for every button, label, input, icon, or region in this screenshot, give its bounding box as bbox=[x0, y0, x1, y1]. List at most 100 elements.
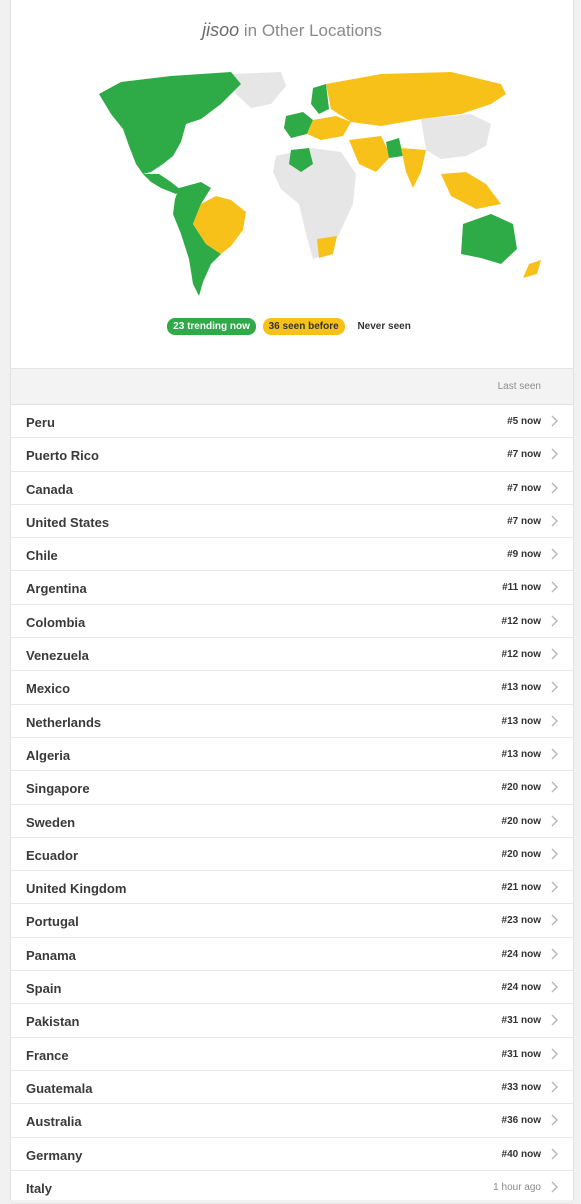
country-row[interactable]: Sweden #20 now bbox=[11, 805, 573, 838]
title-suffix: in Other Locations bbox=[239, 21, 382, 40]
map-central-america bbox=[143, 174, 181, 194]
country-row[interactable]: United Kingdom #21 now bbox=[11, 871, 573, 905]
country-name: Italy bbox=[26, 1180, 53, 1196]
chevron-right-icon bbox=[551, 648, 558, 660]
chevron-right-icon bbox=[551, 781, 558, 793]
country-name: Netherlands bbox=[26, 714, 102, 730]
chevron-right-icon bbox=[551, 848, 558, 860]
country-name: Colombia bbox=[26, 614, 86, 630]
chevron-right-icon bbox=[551, 1148, 558, 1160]
list-header: Last seen bbox=[11, 368, 573, 405]
map-southeast-asia bbox=[441, 172, 501, 209]
last-seen-header: Last seen bbox=[497, 381, 541, 392]
country-name: United States bbox=[26, 514, 110, 530]
country-name: Germany bbox=[26, 1147, 83, 1163]
country-name: Peru bbox=[26, 415, 55, 430]
rank-status: #12 now bbox=[501, 615, 541, 627]
map-south-africa bbox=[317, 236, 337, 258]
map-india bbox=[401, 148, 426, 188]
country-name: Chile bbox=[26, 548, 58, 564]
country-row[interactable]: United States #7 now bbox=[11, 505, 573, 539]
country-row[interactable]: Netherlands #13 now bbox=[11, 705, 573, 738]
chevron-right-icon bbox=[551, 881, 558, 893]
rank-status: #7 now bbox=[507, 515, 541, 527]
chevron-right-icon bbox=[551, 748, 558, 760]
locations-panel: jisoo in Other Locations 23 trending now… bbox=[10, 0, 574, 1204]
chevron-right-icon bbox=[551, 482, 558, 494]
world-map-svg bbox=[99, 72, 541, 296]
rank-status: #31 now bbox=[501, 1015, 541, 1027]
country-name: Venezuela bbox=[26, 648, 89, 664]
country-row[interactable]: Pakistan #31 now bbox=[11, 1004, 573, 1038]
chevron-right-icon bbox=[551, 448, 558, 460]
chevron-right-icon bbox=[551, 681, 558, 693]
rank-status: #23 now bbox=[501, 915, 541, 927]
country-name: Mexico bbox=[26, 681, 71, 697]
legend-never: Never seen bbox=[351, 318, 417, 335]
country-row[interactable]: Spain #24 now bbox=[11, 971, 573, 1005]
map-north-america bbox=[99, 72, 241, 174]
rank-status: #12 now bbox=[501, 649, 541, 661]
country-name: France bbox=[26, 1047, 69, 1063]
rank-status: #20 now bbox=[501, 815, 541, 827]
country-name: Australia bbox=[26, 1114, 82, 1130]
map-pakistan bbox=[386, 138, 403, 158]
country-row[interactable]: Venezuela #12 now bbox=[11, 638, 573, 672]
country-row[interactable]: France #31 now bbox=[11, 1038, 573, 1071]
rank-status: #7 now bbox=[507, 449, 541, 461]
rank-status: #24 now bbox=[501, 948, 541, 960]
artist-name: jisoo bbox=[202, 20, 240, 40]
country-name: Puerto Rico bbox=[26, 448, 99, 464]
map-scandinavia bbox=[311, 84, 329, 114]
country-row[interactable]: Ecuador #20 now bbox=[11, 838, 573, 872]
map-east-asia bbox=[421, 114, 491, 159]
map-greenland bbox=[231, 72, 286, 108]
country-row[interactable]: Peru #5 now bbox=[11, 405, 573, 439]
country-row[interactable]: Puerto Rico #7 now bbox=[11, 438, 573, 472]
chevron-right-icon bbox=[551, 815, 558, 827]
country-row[interactable]: Panama #24 now bbox=[11, 938, 573, 972]
rank-status: #21 now bbox=[501, 882, 541, 894]
chevron-right-icon bbox=[551, 415, 558, 427]
country-name: Guatemala bbox=[26, 1080, 93, 1096]
country-row[interactable]: Chile #9 now bbox=[11, 538, 573, 572]
country-name: United Kingdom bbox=[26, 881, 127, 897]
country-name: Panama bbox=[26, 947, 76, 963]
country-row[interactable]: Germany #40 now bbox=[11, 1138, 573, 1171]
map-new-zealand bbox=[523, 260, 541, 278]
rank-status: #20 now bbox=[501, 848, 541, 860]
country-name: Pakistan bbox=[26, 1014, 80, 1030]
chevron-right-icon bbox=[551, 581, 558, 593]
rank-status: #36 now bbox=[501, 1115, 541, 1127]
rank-status: 1 hour ago bbox=[493, 1181, 541, 1193]
country-row[interactable]: Singapore #20 now bbox=[11, 771, 573, 805]
chevron-right-icon bbox=[551, 981, 558, 993]
country-row[interactable]: Canada #7 now bbox=[11, 472, 573, 505]
legend-seen: 36 seen before bbox=[262, 318, 345, 335]
map-legend: 23 trending now 36 seen before Never see… bbox=[11, 318, 573, 335]
country-row[interactable]: Australia #36 now bbox=[11, 1104, 573, 1138]
country-list: Peru #5 now Puerto Rico #7 now Canada #7 now U… bbox=[11, 405, 573, 1204]
country-row[interactable]: Guatemala #33 now bbox=[11, 1071, 573, 1105]
chevron-right-icon bbox=[551, 1181, 558, 1193]
country-row[interactable]: Italy 1 hour ago bbox=[11, 1171, 573, 1204]
country-name: Portugal bbox=[26, 914, 79, 930]
rank-status: #9 now bbox=[507, 549, 541, 561]
country-name: Argentina bbox=[26, 581, 87, 597]
country-row[interactable]: Mexico #13 now bbox=[11, 671, 573, 705]
chevron-right-icon bbox=[551, 1014, 558, 1026]
country-name: Sweden bbox=[26, 814, 76, 830]
rank-status: #33 now bbox=[501, 1081, 541, 1093]
rank-status: #20 now bbox=[501, 782, 541, 794]
country-row[interactable]: Algeria #13 now bbox=[11, 738, 573, 772]
country-row[interactable]: Argentina #11 now bbox=[11, 571, 573, 605]
map-russia bbox=[326, 72, 506, 126]
country-row[interactable]: Colombia #12 now bbox=[11, 605, 573, 639]
chevron-right-icon bbox=[551, 548, 558, 560]
world-map[interactable] bbox=[81, 64, 551, 300]
chevron-right-icon bbox=[551, 615, 558, 627]
rank-status: #40 now bbox=[501, 1148, 541, 1160]
map-eastern-europe bbox=[307, 116, 351, 140]
country-row[interactable]: Portugal #23 now bbox=[11, 904, 573, 938]
rank-status: #13 now bbox=[501, 715, 541, 727]
